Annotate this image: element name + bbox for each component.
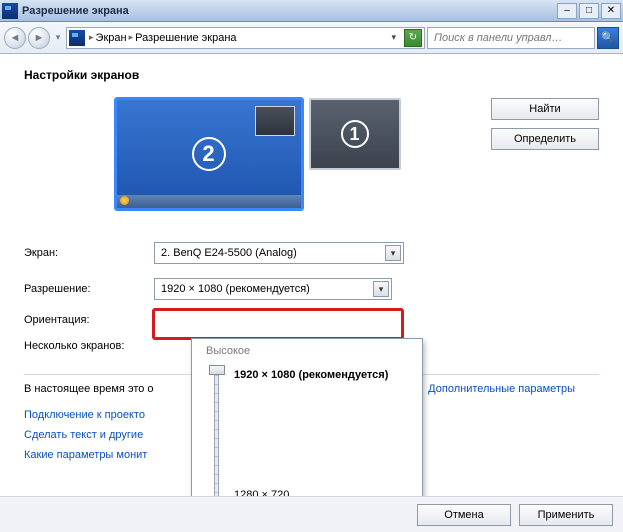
detect-button[interactable]: Определить (491, 128, 599, 150)
resolution-dropdown-panel[interactable]: Высокое 1920 × 1080 (рекомендуется) 1280 … (191, 338, 423, 496)
display-combo[interactable]: 2. BenQ E24-5500 (Analog) ▾ (154, 242, 404, 264)
content-area: Настройки экранов 2 1 Найти Определить Э… (0, 54, 623, 496)
breadcrumb-item[interactable]: Экран (96, 32, 127, 44)
resolution-scale-high-label: Высокое (206, 345, 412, 357)
window-icon (2, 3, 18, 19)
monitor-preview-1[interactable]: 1 (309, 98, 401, 170)
resolution-options-list: 1920 × 1080 (рекомендуется)1280 × 720115… (230, 363, 412, 496)
which-params-link[interactable]: Какие параметры монит (24, 449, 147, 461)
search-icon: 🔍 (601, 31, 615, 44)
breadcrumb-item[interactable]: Разрешение экрана (135, 32, 236, 44)
display-combo-value: 2. BenQ E24-5500 (Analog) (161, 247, 297, 259)
combo-dropdown-icon[interactable]: ▾ (373, 281, 389, 297)
resolution-option[interactable] (230, 411, 412, 435)
search-button[interactable]: 🔍 (597, 27, 619, 49)
address-bar[interactable]: ▸ Экран ▸ Разрешение экрана ▾ ↻ (66, 27, 425, 49)
window-controls: – □ ✕ (557, 3, 621, 19)
resolution-slider-column (202, 363, 230, 496)
close-button[interactable]: ✕ (601, 3, 621, 19)
breadcrumb: ▸ Экран ▸ Разрешение экрана (89, 32, 385, 44)
nav-history-button[interactable]: ▾ (52, 32, 64, 43)
resolution-option[interactable] (230, 387, 412, 411)
monitor-taskbar (117, 195, 301, 208)
resolution-slider[interactable] (214, 365, 219, 496)
text-size-link[interactable]: Сделать текст и другие (24, 429, 143, 441)
monitor-preview-2[interactable]: 2 (115, 98, 303, 210)
breadcrumb-icon (69, 30, 85, 46)
combo-dropdown-icon[interactable]: ▾ (385, 245, 401, 261)
window-titlebar: Разрешение экрана – □ ✕ (0, 0, 623, 22)
maximize-button[interactable]: □ (579, 3, 599, 19)
monitors-side-buttons: Найти Определить (491, 94, 599, 150)
window-title: Разрешение экрана (22, 5, 557, 17)
nav-toolbar: ◄ ► ▾ ▸ Экран ▸ Разрешение экрана ▾ ↻ 🔍 (0, 22, 623, 54)
cancel-button[interactable]: Отмена (417, 504, 511, 526)
display-form: Экран: 2. BenQ E24-5500 (Analog) ▾ Разре… (24, 242, 599, 352)
status-text: В настоящее время это о (24, 383, 154, 395)
label-display: Экран: (24, 247, 154, 259)
chevron-right-icon: ▸ (129, 32, 134, 43)
minimize-button[interactable]: – (557, 3, 577, 19)
address-dropdown-icon[interactable]: ▾ (391, 32, 396, 43)
monitors-row: 2 1 Найти Определить (24, 94, 599, 224)
monitor-number: 2 (192, 137, 226, 171)
find-button[interactable]: Найти (491, 98, 599, 120)
refresh-button[interactable]: ↻ (404, 29, 422, 47)
search-box[interactable] (427, 27, 595, 49)
resolution-slider-thumb[interactable] (209, 365, 225, 375)
chevron-right-icon: ▸ (89, 32, 94, 43)
nav-forward-button[interactable]: ► (28, 27, 50, 49)
search-input[interactable] (432, 31, 590, 45)
label-resolution: Разрешение: (24, 283, 154, 295)
apply-button[interactable]: Применить (519, 504, 613, 526)
label-multi-displays: Несколько экранов: (24, 340, 154, 352)
projector-link[interactable]: Подключение к проекто (24, 409, 145, 421)
monitor-inset (255, 106, 295, 136)
resolution-combo[interactable]: 1920 × 1080 (рекомендуется) ▾ (154, 278, 392, 300)
section-title: Настройки экранов (24, 68, 599, 82)
label-orientation: Ориентация: (24, 314, 154, 326)
resolution-option[interactable]: 1280 × 720 (230, 483, 412, 496)
monitor-number: 1 (341, 120, 369, 148)
resolution-option[interactable]: 1920 × 1080 (рекомендуется) (230, 363, 412, 387)
dialog-button-bar: Отмена Применить (0, 496, 623, 532)
advanced-settings-link[interactable]: Дополнительные параметры (428, 383, 575, 395)
resolution-combo-value: 1920 × 1080 (рекомендуется) (161, 283, 310, 295)
resolution-option[interactable] (230, 435, 412, 459)
resolution-option[interactable] (230, 459, 412, 483)
monitors-preview[interactable]: 2 1 (24, 94, 491, 224)
nav-back-button[interactable]: ◄ (4, 27, 26, 49)
